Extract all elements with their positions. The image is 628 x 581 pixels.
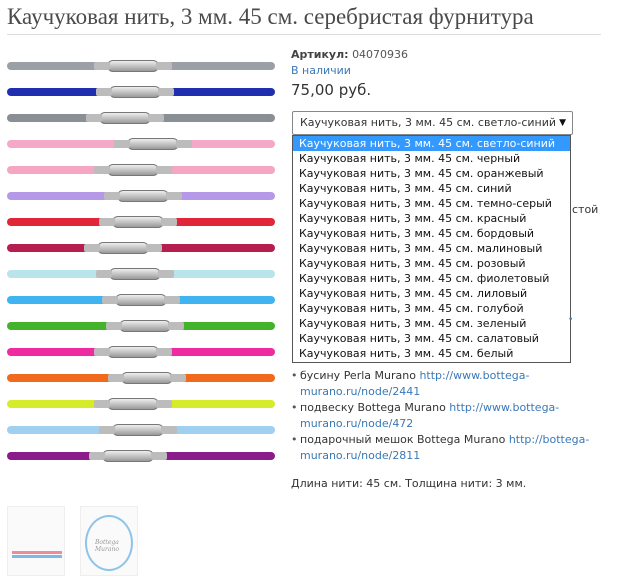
thumbnail-logo: Bottega Murano [95,539,119,553]
variant-option[interactable]: Каучуковая нить, 3 мм. 45 см. красный [293,211,570,226]
variant-option[interactable]: Каучуковая нить, 3 мм. 45 см. черный [293,151,570,166]
variant-option[interactable]: Каучуковая нить, 3 мм. 45 см. светло-син… [293,136,570,151]
page-title: Каучуковая нить, 3 мм. 45 см. серебриста… [7,4,534,29]
accessory-list-item: бусину Perla Murano http://www.bottega-m… [291,368,611,400]
variant-select[interactable]: Каучуковая нить, 3 мм. 45 см. светло-син… [292,111,573,135]
lobster-clasp [94,164,172,176]
product-price: 75,00 руб. [291,81,372,99]
variant-option[interactable]: Каучуковая нить, 3 мм. 45 см. белый [293,346,570,361]
product-specs: Длина нити: 45 см. Толщина нити: 3 мм. [291,477,527,490]
variant-option[interactable]: Каучуковая нить, 3 мм. 45 см. синий [293,181,570,196]
variant-option[interactable]: Каучуковая нить, 3 мм. 45 см. салатовый [293,331,570,346]
accessory-name: подвеску Bottega Murano [300,401,450,414]
title-divider [7,34,601,35]
accessory-list: бусину Perla Murano http://www.bottega-m… [291,368,611,464]
lobster-clasp [108,372,186,384]
lobster-clasp [86,112,164,124]
variant-option[interactable]: Каучуковая нить, 3 мм. 45 см. зеленый [293,316,570,331]
variant-option[interactable]: Каучуковая нить, 3 мм. 45 см. голубой [293,301,570,316]
lobster-clasp [102,294,180,306]
lobster-clasp [94,60,172,72]
product-sku: Артикул: 04070936 [291,48,408,61]
sku-value: 04070936 [352,48,409,61]
lobster-clasp [99,216,177,228]
thumbnail-cord-blue [12,555,62,558]
product-thumbnail-necklace[interactable]: Bottega Murano [80,506,138,576]
lobster-clasp [114,138,192,150]
obscured-text-fragment: стой [572,203,599,216]
variant-option[interactable]: Каучуковая нить, 3 мм. 45 см. темно-серы… [293,196,570,211]
product-main-image[interactable] [7,54,275,470]
accessory-name: подарочный мешок Bottega Murano [300,433,509,446]
variant-dropdown-list[interactable]: Каучуковая нить, 3 мм. 45 см. светло-син… [292,135,571,363]
stock-status: В наличии [291,64,351,77]
lobster-clasp [94,346,172,358]
lobster-clasp [99,424,177,436]
variant-select-value: Каучуковая нить, 3 мм. 45 см. светло-син… [300,116,557,129]
lobster-clasp [106,320,184,332]
lobster-clasp [96,268,174,280]
accessory-list-item: подарочный мешок Bottega Murano http://b… [291,432,611,464]
sku-label: Артикул: [291,48,349,61]
variant-option[interactable]: Каучуковая нить, 3 мм. 45 см. оранжевый [293,166,570,181]
variant-option[interactable]: Каучуковая нить, 3 мм. 45 см. малиновый [293,241,570,256]
variant-option[interactable]: Каучуковая нить, 3 мм. 45 см. лиловый [293,286,570,301]
lobster-clasp [94,398,172,410]
chevron-down-icon[interactable]: ▼ [559,112,566,134]
obscured-bullet-fragment: • [568,315,574,325]
variant-option[interactable]: Каучуковая нить, 3 мм. 45 см. розовый [293,256,570,271]
thumbnail-cord-pink [12,551,62,554]
product-thumbnail-cords[interactable] [7,506,65,576]
accessory-name: бусину Perla Murano [300,369,420,382]
variant-option[interactable]: Каучуковая нить, 3 мм. 45 см. бордовый [293,226,570,241]
accessory-list-item: подвеску Bottega Murano http://www.botte… [291,400,611,432]
lobster-clasp [96,86,174,98]
lobster-clasp [84,242,162,254]
lobster-clasp [104,190,182,202]
variant-option[interactable]: Каучуковая нить, 3 мм. 45 см. фиолетовый [293,271,570,286]
lobster-clasp [89,450,167,462]
